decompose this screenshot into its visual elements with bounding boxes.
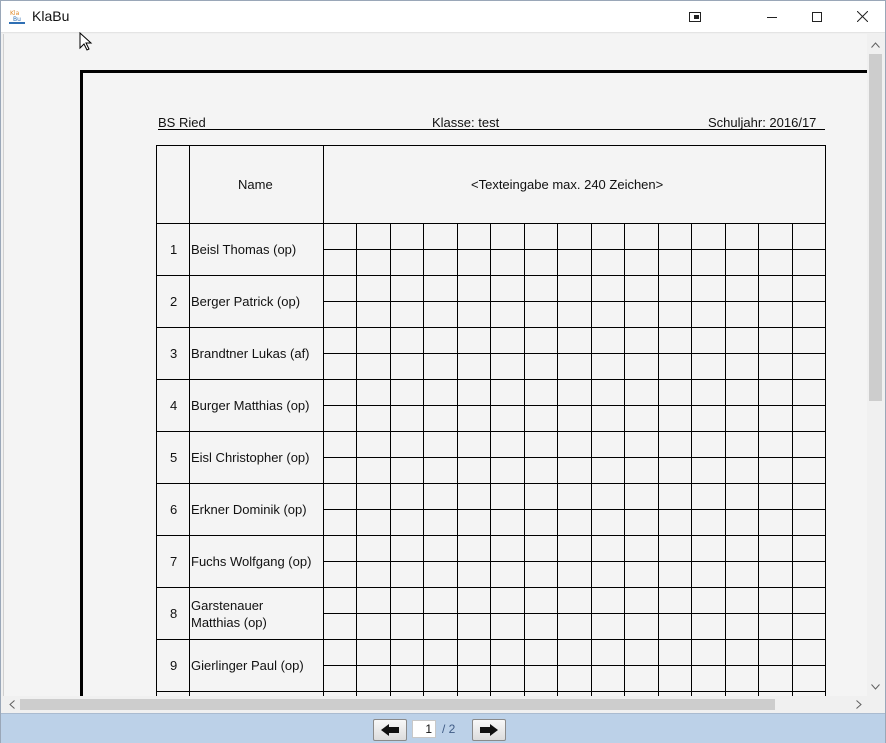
student-name: Fuchs Wolfgang (op) — [191, 554, 312, 569]
student-name: Brandtner Lukas (af) — [191, 346, 310, 361]
klabu-logo-icon: Kla Bu — [9, 8, 25, 24]
close-icon — [856, 11, 868, 22]
arrow-left-icon — [381, 724, 399, 736]
student-number: 7 — [170, 554, 178, 569]
restore-layout-button[interactable] — [672, 1, 718, 32]
mouse-cursor-icon — [79, 32, 93, 51]
student-number: 9 — [170, 658, 178, 673]
student-name: Gierlinger Paul (op) — [191, 658, 304, 673]
app-window: Kla Bu KlaBu BS Ried Klasse: test Schulj… — [0, 0, 886, 743]
scroll-up-arrow[interactable] — [867, 36, 884, 53]
student-number: 8 — [170, 606, 178, 621]
scroll-right-arrow[interactable] — [850, 696, 867, 713]
student-name: Garstenauer Matthias (op) — [191, 597, 267, 630]
student-number: 1 — [170, 242, 178, 257]
total-pages-label: / 2 — [442, 722, 456, 736]
svg-text:Bu: Bu — [13, 16, 21, 23]
next-page-button[interactable] — [472, 719, 506, 741]
chevron-up-icon — [871, 41, 880, 48]
report-page: BS Ried Klasse: test Schuljahr: 2016/17 … — [80, 70, 868, 696]
chevron-down-icon — [871, 683, 880, 690]
close-button[interactable] — [839, 1, 885, 32]
student-number: 3 — [170, 346, 178, 361]
arrow-right-icon — [480, 724, 498, 736]
previous-page-button[interactable] — [373, 719, 407, 741]
minimize-button[interactable] — [749, 1, 795, 32]
student-name: Berger Patrick (op) — [191, 294, 301, 309]
horizontal-scroll-thumb[interactable] — [20, 699, 775, 710]
student-number: 6 — [170, 502, 178, 517]
vertical-scrollbar[interactable] — [867, 34, 884, 696]
minimize-icon — [767, 16, 777, 18]
student-name: Burger Matthias (op) — [191, 398, 310, 413]
horizontal-scrollbar[interactable] — [3, 696, 867, 713]
title-bar[interactable]: Kla Bu KlaBu — [1, 1, 885, 33]
student-name: Beisl Thomas (op) — [191, 242, 297, 257]
student-name: Eisl Christopher (op) — [191, 450, 310, 465]
student-name: Erkner Dominik (op) — [191, 502, 307, 517]
text-column-header: <Texteingabe max. 240 Zeichen> — [471, 177, 664, 192]
scroll-left-arrow[interactable] — [3, 696, 20, 713]
maximize-button[interactable] — [794, 1, 840, 32]
current-page-input[interactable]: 1 — [412, 720, 436, 738]
chevron-left-icon — [8, 700, 15, 709]
window-title: KlaBu — [32, 8, 70, 24]
student-number: 5 — [170, 450, 178, 465]
report-viewport[interactable]: BS Ried Klasse: test Schuljahr: 2016/17 … — [3, 34, 868, 696]
maximize-icon — [812, 11, 822, 22]
student-number: 2 — [170, 294, 178, 309]
vertical-scroll-thumb[interactable] — [869, 54, 882, 401]
window-switch-icon — [689, 11, 701, 22]
chevron-right-icon — [855, 700, 862, 709]
page-navigation-bar: 1 / 2 — [1, 713, 885, 743]
student-number: 4 — [170, 398, 178, 413]
scroll-down-arrow[interactable] — [867, 678, 884, 695]
name-column-header: Name — [238, 177, 273, 192]
